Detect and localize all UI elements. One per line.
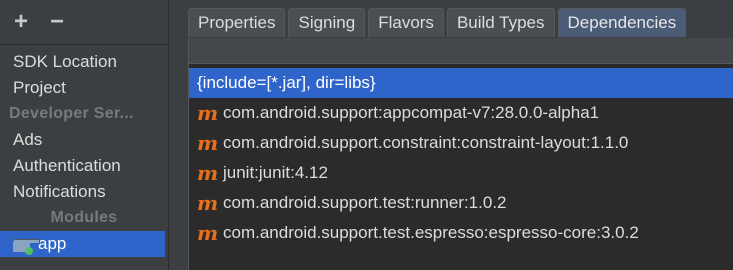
sidebar-item-notifications[interactable]: Notifications <box>0 179 168 205</box>
maven-icon: m <box>197 161 219 185</box>
maven-icon: m <box>197 191 219 215</box>
maven-icon: m <box>197 221 219 245</box>
add-button[interactable]: + <box>11 10 31 34</box>
tab-build-types[interactable]: Build Types <box>446 8 555 37</box>
dependency-row[interactable]: m com.android.support.test:runner:1.0.2 <box>189 188 733 218</box>
tab-signing[interactable]: Signing <box>288 8 366 37</box>
dependency-row[interactable]: {include=[*.jar], dir=libs} <box>189 68 733 98</box>
module-folder-icon <box>13 238 40 255</box>
sidebar-item-app[interactable]: app <box>0 231 165 257</box>
divider <box>0 44 168 45</box>
sidebar-item-label: app <box>38 234 67 253</box>
dependency-row[interactable]: m com.android.support.test.espresso:espr… <box>189 218 733 248</box>
dependencies-panel: {include=[*.jar], dir=libs} m com.androi… <box>188 38 733 270</box>
sidebar-toolbar: + − <box>0 0 168 44</box>
sidebar: + − SDK Location Project Developer Ser..… <box>0 0 168 270</box>
tab-dependencies[interactable]: Dependencies <box>557 8 687 37</box>
dependency-label: junit:junit:4.12 <box>223 163 328 182</box>
tab-bar: Properties Signing Flavors Build Types D… <box>188 8 689 38</box>
dependency-row[interactable]: m com.android.support.constraint:constra… <box>189 128 733 158</box>
sidebar-item-authentication[interactable]: Authentication <box>0 153 168 179</box>
tab-flavors[interactable]: Flavors <box>368 8 444 37</box>
dependency-label: {include=[*.jar], dir=libs} <box>197 73 376 92</box>
sidebar-item-project[interactable]: Project <box>0 75 168 101</box>
dependency-list: {include=[*.jar], dir=libs} m com.androi… <box>189 64 733 248</box>
sidebar-list: SDK Location Project Developer Ser... Ad… <box>0 49 168 257</box>
remove-button[interactable]: − <box>47 10 67 34</box>
maven-icon: m <box>197 101 219 125</box>
dependency-label: com.android.support.test:runner:1.0.2 <box>223 193 507 212</box>
sidebar-item-ads[interactable]: Ads <box>0 127 168 153</box>
table-header <box>189 38 733 64</box>
dependency-label: com.android.support:appcompat-v7:28.0.0-… <box>223 103 600 122</box>
dependency-row[interactable]: m junit:junit:4.12 <box>189 158 733 188</box>
maven-icon: m <box>197 131 219 155</box>
dependency-label: com.android.support.test.espresso:espres… <box>223 223 639 242</box>
sidebar-header-developer-services: Developer Ser... <box>9 105 134 122</box>
split-divider[interactable] <box>168 0 169 270</box>
dependency-label: com.android.support.constraint:constrain… <box>223 133 629 152</box>
sidebar-item-sdk-location[interactable]: SDK Location <box>0 49 168 75</box>
dependency-row[interactable]: m com.android.support:appcompat-v7:28.0.… <box>189 98 733 128</box>
tab-properties[interactable]: Properties <box>188 8 286 37</box>
sidebar-header-modules: Modules <box>50 209 118 226</box>
